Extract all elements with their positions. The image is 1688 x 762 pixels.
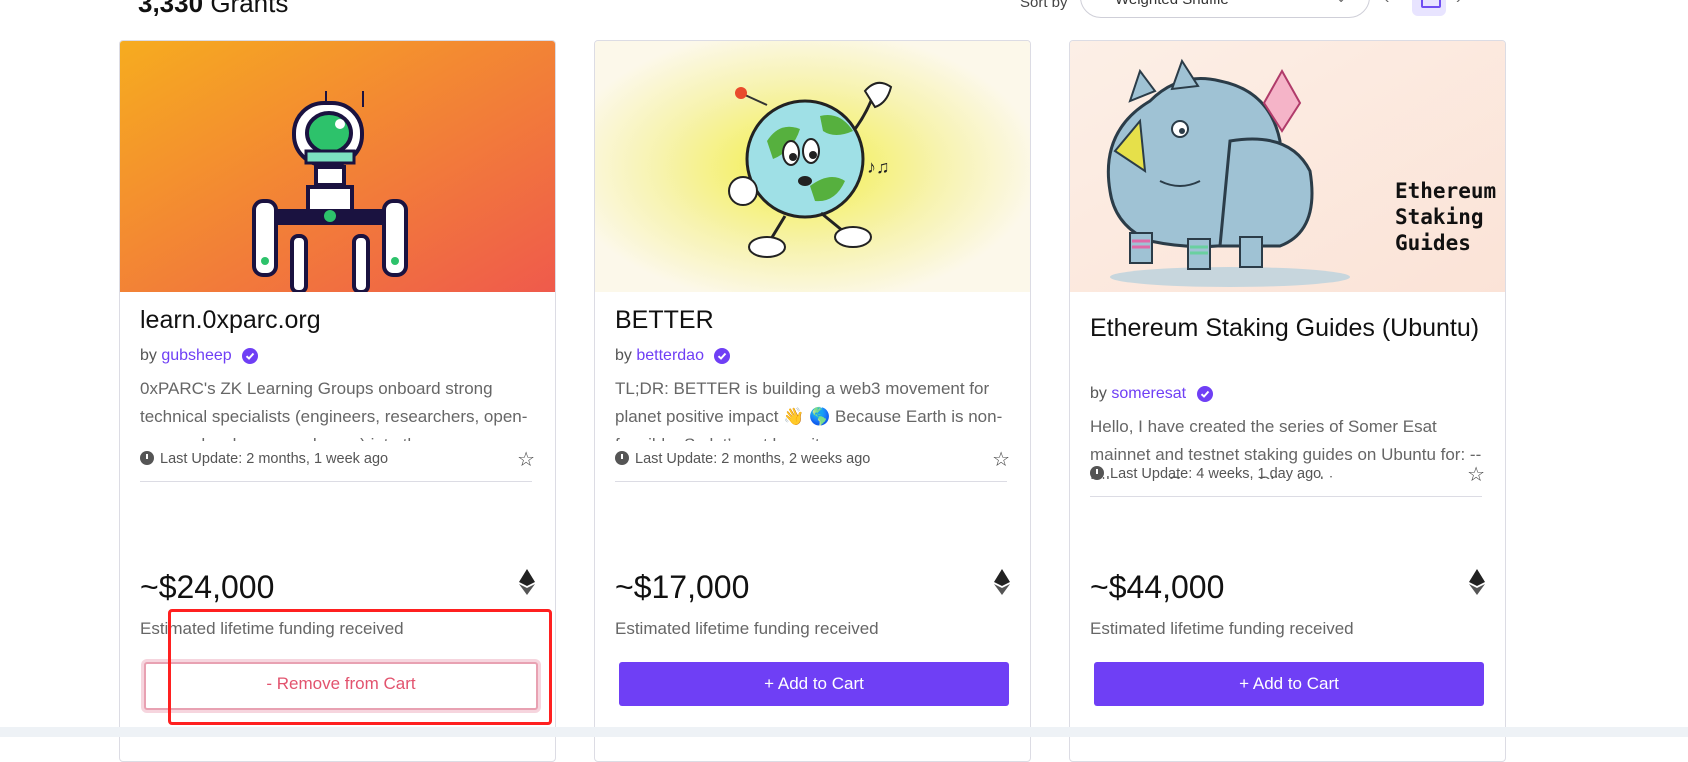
add-to-cart-button[interactable]: + Add to Cart	[619, 662, 1009, 706]
chevron-down-icon: ⌄	[1335, 0, 1347, 6]
grant-owner: by someresat	[1090, 385, 1213, 403]
last-update: Last Update: 4 weeks, 1 day ago	[1090, 466, 1321, 482]
clock-icon	[140, 451, 154, 465]
grant-image[interactable]: Ethereum Staking Guides	[1070, 41, 1505, 292]
divider	[615, 481, 1007, 482]
grant-description: TL;DR: BETTER is building a web3 movemen…	[615, 379, 1003, 441]
ethereum-icon	[1469, 569, 1485, 600]
divider	[1090, 496, 1482, 497]
grant-title[interactable]: BETTER	[615, 305, 1015, 336]
list-view-icon[interactable]: ‹	[1384, 0, 1389, 8]
next-view-icon[interactable]: ›	[1456, 0, 1461, 8]
add-to-cart-button[interactable]: + Add to Cart	[1094, 662, 1484, 706]
verified-badge-icon	[714, 347, 731, 364]
star-icon[interactable]: ☆	[1467, 462, 1485, 487]
grant-owner: by gubsheep	[140, 347, 259, 365]
funding-label: Estimated lifetime funding received	[1090, 619, 1354, 638]
sort-select[interactable]: Weighted Shuffle ⌄	[1080, 0, 1370, 18]
grant-owner: by betterdao	[615, 347, 731, 365]
star-icon[interactable]: ☆	[992, 447, 1010, 472]
ethereum-icon	[994, 569, 1010, 600]
last-update: Last Update: 2 months, 1 week ago	[140, 451, 388, 467]
owner-link[interactable]: someresat	[1111, 385, 1186, 402]
image-text-line: Guides	[1395, 231, 1471, 255]
verified-badge-icon	[242, 347, 259, 364]
image-text-line: Ethereum	[1395, 179, 1496, 203]
grant-image[interactable]: ♪♫	[595, 41, 1030, 292]
grant-card[interactable]: Ethereum Staking Guides Ethereum Staking…	[1069, 40, 1506, 762]
image-text-line: Staking	[1395, 205, 1484, 229]
ethereum-icon	[519, 569, 535, 600]
grant-title[interactable]: Ethereum Staking Guides (Ubuntu)	[1090, 313, 1490, 344]
owner-link[interactable]: gubsheep	[161, 347, 231, 364]
clock-icon	[1090, 466, 1104, 480]
star-icon[interactable]: ☆	[517, 447, 535, 472]
grant-image[interactable]	[120, 41, 555, 292]
last-update: Last Update: 2 months, 2 weeks ago	[615, 451, 870, 467]
grid-view-icon	[1421, 0, 1441, 8]
funding-amount: ~$44,000	[1090, 569, 1225, 605]
bottom-scroll-strip	[0, 727, 1688, 737]
funding-amount: ~$17,000	[615, 569, 750, 605]
svg-text:♪♫: ♪♫	[867, 157, 890, 177]
sort-by-label: Sort by	[1020, 0, 1068, 11]
clock-icon	[615, 451, 629, 465]
grant-card[interactable]: ♪♫ BETTER by betterdao TL;DR: BETTER is …	[594, 40, 1031, 762]
grants-count: 3,330 Grants	[138, 0, 289, 18]
funding-amount: ~$24,000	[140, 569, 275, 605]
verified-badge-icon	[1196, 385, 1213, 402]
annotation-highlight	[168, 609, 552, 725]
grid-view-button[interactable]	[1412, 0, 1446, 16]
grant-title[interactable]: learn.0xparc.org	[140, 305, 540, 336]
funding-label: Estimated lifetime funding received	[615, 619, 879, 638]
owner-link[interactable]: betterdao	[636, 347, 704, 364]
grants-toolbar: 3,330 Grants Sort by Weighted Shuffle ⌄ …	[0, 0, 1688, 36]
divider	[140, 481, 532, 482]
grant-description: 0xPARC's ZK Learning Groups onboard stro…	[140, 379, 528, 441]
sort-select-value: Weighted Shuffle	[1115, 0, 1229, 8]
